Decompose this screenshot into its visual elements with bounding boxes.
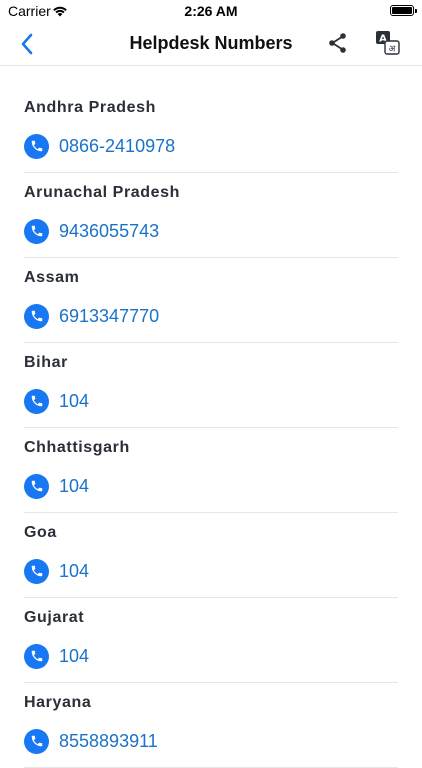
- phone-icon: [24, 303, 49, 329]
- phone-icon: [24, 133, 49, 159]
- list-item: Haryana 8558893911: [24, 683, 398, 768]
- phone-number: 104: [59, 560, 90, 581]
- call-link[interactable]: 104: [24, 388, 89, 414]
- svg-text:अ: अ: [389, 45, 397, 55]
- list-item: Gujarat 104: [24, 598, 398, 683]
- helpline-list: Andhra Pradesh 0866-2410978 Arunachal Prad…: [0, 66, 422, 768]
- battery-icon: [390, 5, 417, 16]
- call-link[interactable]: 9436055743: [24, 218, 159, 244]
- call-link[interactable]: 104: [24, 558, 89, 584]
- state-name: Assam: [24, 269, 80, 286]
- navigation-bar: Helpdesk Numbers A अ: [0, 22, 422, 66]
- call-link[interactable]: 104: [24, 643, 89, 669]
- list-item: Bihar 104: [24, 343, 398, 428]
- phone-number: 9436055743: [59, 220, 160, 241]
- state-name: Bihar: [24, 354, 68, 371]
- state-name: Haryana: [24, 694, 92, 711]
- state-name: Chhattisgarh: [24, 439, 130, 456]
- phone-icon: [24, 558, 49, 584]
- phone-number: 8558893911: [59, 730, 158, 751]
- state-name: Andhra Pradesh: [24, 99, 156, 116]
- page-title: Helpdesk Numbers: [129, 33, 293, 53]
- phone-icon: [24, 473, 49, 499]
- share-icon[interactable]: [326, 31, 350, 55]
- phone-icon: [24, 643, 49, 669]
- call-link[interactable]: 8558893911: [24, 728, 158, 754]
- status-time: 2:26 AM: [184, 3, 238, 19]
- status-bar: Carrier 2:26 AM: [0, 0, 422, 22]
- phone-number: 104: [59, 390, 90, 411]
- translate-icon[interactable]: A अ: [374, 29, 402, 57]
- phone-number: 6913347770: [59, 305, 160, 326]
- list-item: Assam 6913347770: [24, 258, 398, 343]
- list-item: Arunachal Pradesh 9436055743: [24, 173, 398, 258]
- state-name: Gujarat: [24, 609, 85, 626]
- call-link[interactable]: 6913347770: [24, 303, 159, 329]
- phone-icon: [24, 218, 49, 244]
- list-item: Andhra Pradesh 0866-2410978: [24, 66, 398, 173]
- phone-number: 0866-2410978: [59, 135, 176, 156]
- phone-number: 104: [59, 645, 90, 666]
- state-name: Arunachal Pradesh: [24, 184, 181, 201]
- call-link[interactable]: 0866-2410978: [24, 133, 175, 159]
- list-item: Chhattisgarh 104: [24, 428, 398, 513]
- phone-number: 104: [59, 475, 90, 496]
- state-name: Goa: [24, 524, 57, 541]
- call-link[interactable]: 104: [24, 473, 89, 499]
- phone-icon: [24, 388, 49, 414]
- list-item: Goa 104: [24, 513, 398, 598]
